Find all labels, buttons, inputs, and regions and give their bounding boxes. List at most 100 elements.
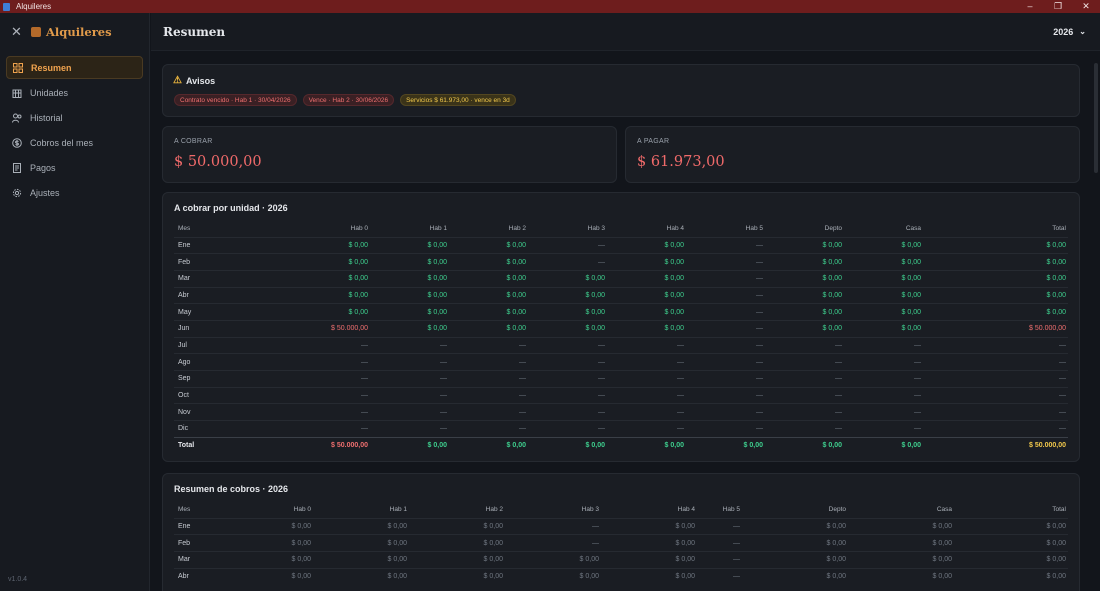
month-cell: Abr — [174, 567, 208, 585]
sidebar-item-resumen[interactable]: Resumen — [6, 56, 143, 79]
aviso-chip[interactable]: Contrato vencido · Hab 1 · 30/04/2026 — [174, 94, 297, 106]
dashboard-icon — [13, 62, 23, 73]
app-version: v1.0.4 — [8, 576, 28, 583]
amount-cell: — — [923, 336, 1068, 354]
amount-cell: — — [923, 386, 1068, 404]
column-header: Casa — [905, 225, 921, 233]
amount-cell: $ 0,00 — [742, 550, 848, 569]
amount-cell: $ 0,00 — [370, 253, 449, 271]
amount-cell: — — [765, 420, 844, 438]
table-row: Feb $ 0,00 $ 0,00 $ 0,00— $ 0,00— $ 0,00 $ 0,0… — [174, 534, 1068, 552]
sidebar-item-unidades[interactable]: Unidades — [6, 81, 143, 104]
sidebar-item-historial[interactable]: Historial — [6, 106, 143, 129]
sidebar-item-label: Cobros del mes — [30, 137, 94, 148]
amount-cell: $ 0,00 — [449, 253, 528, 271]
column-header: Hab 5 — [722, 506, 740, 514]
amount-cell: $ 0,00 — [370, 286, 449, 304]
month-cell: Feb — [174, 534, 208, 552]
amount-cell: — — [765, 403, 844, 421]
table-row: Ene $ 0,00 $ 0,00 $ 0,00— $ 0,00— $ 0,00 $ 0,0… — [174, 517, 1068, 535]
column-header: Casa — [936, 506, 952, 514]
amount-cell: $ 0,00 — [923, 269, 1068, 288]
month-cell: Sep — [174, 370, 208, 388]
amount-cell: — — [528, 370, 607, 388]
amount-cell: — — [607, 370, 686, 388]
a-cobrar-table-card: A cobrar por unidad · 2026 Mes Hab 0 Hab 1… — [162, 192, 1080, 462]
total-cell: $ 0,00 — [844, 436, 923, 454]
amount-cell: $ 0,00 — [848, 550, 954, 569]
amount-cell: $ 0,00 — [409, 567, 505, 585]
close-window-button[interactable]: ✕ — [1072, 0, 1100, 13]
amount-cell: $ 0,00 — [409, 534, 505, 552]
amount-cell: — — [844, 403, 923, 421]
year-select[interactable]: 2026 ⌄ — [1053, 27, 1086, 37]
table-row: Ago — — — — — — — — — — [174, 353, 1068, 371]
sidebar-item-cobros-del-mes[interactable]: Cobros del mes — [6, 131, 143, 154]
dollar-icon — [12, 137, 22, 148]
column-header: Depto — [828, 506, 846, 514]
month-cell: Jul — [174, 336, 208, 354]
amount-cell: — — [765, 336, 844, 354]
amount-cell: $ 0,00 — [607, 303, 686, 321]
sidebar-item-ajustes[interactable]: Ajustes — [6, 181, 143, 204]
total-row: Total $ 50.000,00 $ 0,00 $ 0,00 $ 0,00 $ 0,00… — [174, 436, 1068, 454]
minimize-button[interactable]: – — [1016, 0, 1044, 13]
amount-cell: — — [208, 353, 370, 371]
maximize-button[interactable]: ❐ — [1044, 0, 1072, 13]
amount-cell: $ 0,00 — [528, 286, 607, 304]
amount-cell: $ 0,00 — [601, 517, 697, 535]
amount-cell: — — [765, 386, 844, 404]
month-cell: Ene — [174, 517, 208, 535]
month-cell: Ago — [174, 353, 208, 371]
month-cell: May — [174, 303, 208, 321]
amount-cell: $ 0,00 — [607, 253, 686, 271]
amount-cell: $ 0,00 — [954, 550, 1068, 569]
total-cell: $ 50.000,00 — [923, 436, 1068, 454]
amount-cell: $ 0,00 — [208, 517, 313, 535]
table-row: Ene $ 0,00 $ 0,00 $ 0,00— $ 0,00— $ 0,00 $ 0,0… — [174, 236, 1068, 254]
amount-cell: — — [686, 370, 765, 388]
table-row: Oct — — — — — — — — — — [174, 386, 1068, 404]
amount-cell: $ 0,00 — [765, 303, 844, 321]
column-header: Mes — [178, 225, 191, 233]
sidebar-item-pagos[interactable]: Pagos — [6, 156, 143, 179]
amount-cell: $ 0,00 — [765, 286, 844, 304]
amount-cell: — — [765, 353, 844, 371]
total-cell: $ 0,00 — [370, 436, 449, 454]
amount-cell: — — [844, 336, 923, 354]
amount-cell: — — [528, 253, 607, 271]
month-cell: Oct — [174, 386, 208, 404]
page-title: Resumen — [163, 24, 226, 39]
amount-cell: — — [208, 403, 370, 421]
page-header: Resumen 2026 ⌄ — [151, 13, 1100, 51]
amount-cell: $ 0,00 — [607, 269, 686, 288]
amount-cell: $ 0,00 — [923, 236, 1068, 254]
month-cell: Mar — [174, 269, 208, 288]
amount-cell: $ 0,00 — [208, 567, 313, 585]
kpi-value: $ 61.973,00 — [637, 154, 725, 170]
amount-cell: — — [686, 286, 765, 304]
a-cobrar-table: Mes Hab 0 Hab 1 Hab 2 Hab 3 Hab 4 Hab 5 Depto Ca… — [174, 221, 1068, 454]
scrollbar-thumb[interactable] — [1094, 63, 1098, 173]
column-header: Total — [1052, 506, 1066, 514]
amount-cell: — — [697, 517, 742, 535]
table-header-row: Mes Hab 0 Hab 1 Hab 2 Hab 3 Hab 4 Hab 5 Depto Ca… — [174, 502, 1068, 518]
amount-cell: $ 0,00 — [607, 236, 686, 254]
amount-cell: — — [528, 420, 607, 438]
amount-cell: $ 0,00 — [370, 269, 449, 288]
column-header: Hab 4 — [677, 506, 695, 514]
aviso-chip[interactable]: Vence · Hab 2 · 30/06/2026 — [302, 94, 395, 106]
kpi-value: $ 50.000,00 — [174, 154, 262, 170]
close-sidebar-icon[interactable]: ✕ — [11, 24, 23, 40]
year-value: 2026 — [1053, 26, 1074, 37]
amount-cell: $ 0,00 — [313, 517, 409, 535]
amount-cell: — — [923, 403, 1068, 421]
amount-cell: $ 0,00 — [765, 269, 844, 288]
total-cell: $ 0,00 — [528, 436, 607, 454]
table-row: Mar $ 0,00 $ 0,00 $ 0,00 $ 0,00 $ 0,00— $ 0,00… — [174, 269, 1068, 288]
aviso-chip[interactable]: Servicios $ 61.973,00 · vence en 3d — [400, 94, 516, 106]
amount-cell: $ 0,00 — [409, 517, 505, 535]
amount-cell: $ 50.000,00 — [208, 319, 370, 338]
month-cell: Feb — [174, 253, 208, 271]
table-row: May $ 0,00 $ 0,00 $ 0,00 $ 0,00 $ 0,00— $ 0,00… — [174, 303, 1068, 321]
